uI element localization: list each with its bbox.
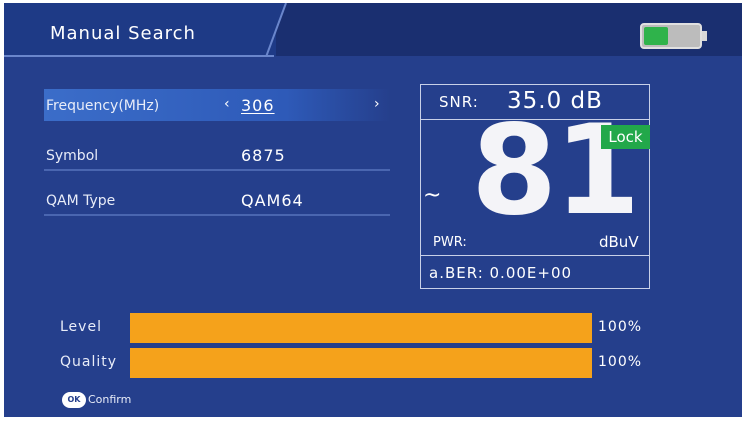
pwr-unit: dBuV	[599, 233, 639, 251]
lock-badge: Lock	[601, 125, 650, 149]
confirm-hint: Confirm	[88, 393, 132, 406]
quality-bar-track	[130, 348, 592, 378]
level-meter: Level 100%	[60, 313, 660, 343]
battery-icon	[640, 23, 702, 49]
level-label: Level	[60, 319, 102, 335]
level-bar-fill	[130, 313, 592, 343]
battery-level-fill	[644, 27, 668, 45]
symbol-value[interactable]: 6875	[241, 146, 286, 165]
qam-type-value[interactable]: QAM64	[241, 191, 304, 210]
frequency-row[interactable]: Frequency(MHz) ‹ 306 ›	[44, 89, 390, 121]
screen: Manual Search Frequency(MHz) ‹ 306 › Sym…	[4, 3, 742, 417]
frequency-label: Frequency(MHz)	[46, 98, 160, 114]
decrease-arrow-icon[interactable]: ‹	[224, 96, 230, 112]
increase-arrow-icon[interactable]: ›	[374, 96, 380, 112]
quality-percent: 100%	[598, 354, 643, 370]
row-divider	[44, 214, 390, 216]
symbol-label: Symbol	[46, 148, 99, 164]
title-underline	[4, 55, 274, 57]
level-bar-track	[130, 313, 592, 343]
pwr-label: PWR:	[433, 235, 467, 250]
frequency-value[interactable]: 306	[241, 96, 275, 115]
ok-button-icon[interactable]: OK	[62, 392, 86, 408]
symbol-row[interactable]: Symbol 6875	[44, 139, 390, 171]
tilde-symbol: ~	[423, 183, 442, 208]
signal-panel: SNR: 35.0 dB 81 Lock ~ PWR: dBuV a.BER: …	[420, 84, 650, 289]
row-divider	[44, 169, 390, 171]
battery-tip	[702, 31, 707, 41]
qam-type-label: QAM Type	[46, 193, 116, 209]
quality-bar-fill	[130, 348, 592, 378]
quality-meter: Quality 100%	[60, 348, 660, 378]
title-tab-edge	[254, 3, 287, 57]
ber-divider	[421, 255, 649, 256]
page-title: Manual Search	[50, 23, 196, 44]
qam-type-row[interactable]: QAM Type QAM64	[44, 184, 390, 216]
ber-value: a.BER: 0.00E+00	[429, 264, 573, 282]
quality-label: Quality	[60, 354, 118, 370]
level-percent: 100%	[598, 319, 643, 335]
